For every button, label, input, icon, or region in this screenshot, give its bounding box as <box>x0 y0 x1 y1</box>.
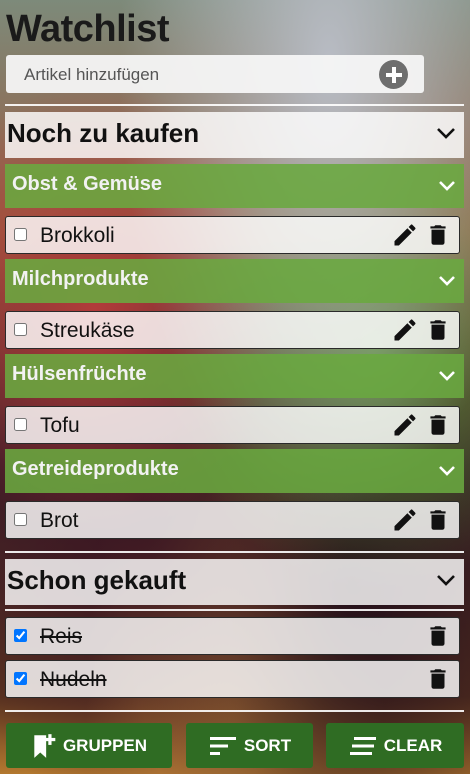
sort-icon <box>209 736 236 755</box>
clear-button[interactable]: CLEAR <box>326 723 464 768</box>
item-checkbox[interactable] <box>14 228 27 241</box>
list-item: Nudeln <box>5 660 460 698</box>
list-item: Brot <box>5 501 460 539</box>
list-item: Streukäse <box>5 311 460 349</box>
groups-button[interactable]: GRUPPEN <box>6 723 172 768</box>
add-item-input[interactable] <box>22 62 366 88</box>
sort-button-label: SORT <box>243 735 292 755</box>
group-title: Hülsenfrüchte <box>12 363 147 385</box>
pencil-icon[interactable] <box>391 221 419 249</box>
pencil-icon[interactable] <box>391 316 419 344</box>
item-checkbox[interactable] <box>14 513 27 526</box>
group-header-obst-gemuese[interactable]: Obst & Gemüse <box>5 164 464 208</box>
divider <box>5 551 464 553</box>
item-checkbox[interactable] <box>14 418 27 431</box>
divider <box>5 710 464 712</box>
item-name: Tofu <box>40 414 80 437</box>
clear-button-label: CLEAR <box>383 735 443 755</box>
divider <box>5 104 464 106</box>
item-name: Nudeln <box>40 668 107 691</box>
trash-icon[interactable] <box>425 411 451 439</box>
chevron-down-icon[interactable] <box>438 275 456 287</box>
group-header-huelsenfruechte[interactable]: Hülsenfrüchte <box>5 354 464 398</box>
add-item-bar <box>6 55 424 93</box>
page-title: Watchlist <box>6 8 170 50</box>
item-name: Brokkoli <box>40 224 115 247</box>
group-title: Getreideprodukte <box>12 458 179 480</box>
section-title: Schon gekauft <box>7 565 187 595</box>
item-checkbox[interactable] <box>14 323 27 336</box>
trash-icon[interactable] <box>425 316 451 344</box>
group-title: Obst & Gemüse <box>12 173 163 195</box>
chevron-down-icon[interactable] <box>436 127 456 141</box>
section-title: Noch zu kaufen <box>7 118 200 148</box>
chevron-down-icon[interactable] <box>436 574 456 588</box>
clear-all-icon <box>349 736 376 755</box>
trash-icon[interactable] <box>425 622 451 650</box>
bookmark-add-icon <box>34 733 56 758</box>
chevron-down-icon[interactable] <box>438 465 456 477</box>
item-name: Brot <box>40 509 79 532</box>
item-name: Streukäse <box>40 319 135 342</box>
sort-button[interactable]: SORT <box>186 723 313 768</box>
group-header-milchprodukte[interactable]: Milchprodukte <box>5 259 464 303</box>
trash-icon[interactable] <box>425 665 451 693</box>
section-header-to-buy[interactable]: Noch zu kaufen <box>5 112 464 158</box>
trash-icon[interactable] <box>425 506 451 534</box>
pencil-icon[interactable] <box>391 506 419 534</box>
item-checkbox[interactable] <box>14 672 27 685</box>
add-item-button[interactable] <box>379 60 408 89</box>
groups-button-label: GRUPPEN <box>62 735 148 755</box>
plus-icon <box>385 66 402 83</box>
chevron-down-icon[interactable] <box>438 370 456 382</box>
section-header-bought[interactable]: Schon gekauft <box>5 559 464 605</box>
list-item: Reis <box>5 617 460 655</box>
list-item: Tofu <box>5 406 460 444</box>
trash-icon[interactable] <box>425 221 451 249</box>
group-header-getreideprodukte[interactable]: Getreideprodukte <box>5 449 464 493</box>
item-name: Reis <box>40 625 83 648</box>
chevron-down-icon[interactable] <box>438 180 456 192</box>
divider <box>5 609 464 611</box>
list-item: Brokkoli <box>5 216 460 254</box>
pencil-icon[interactable] <box>391 411 419 439</box>
group-title: Milchprodukte <box>12 268 149 290</box>
item-checkbox[interactable] <box>14 629 27 642</box>
